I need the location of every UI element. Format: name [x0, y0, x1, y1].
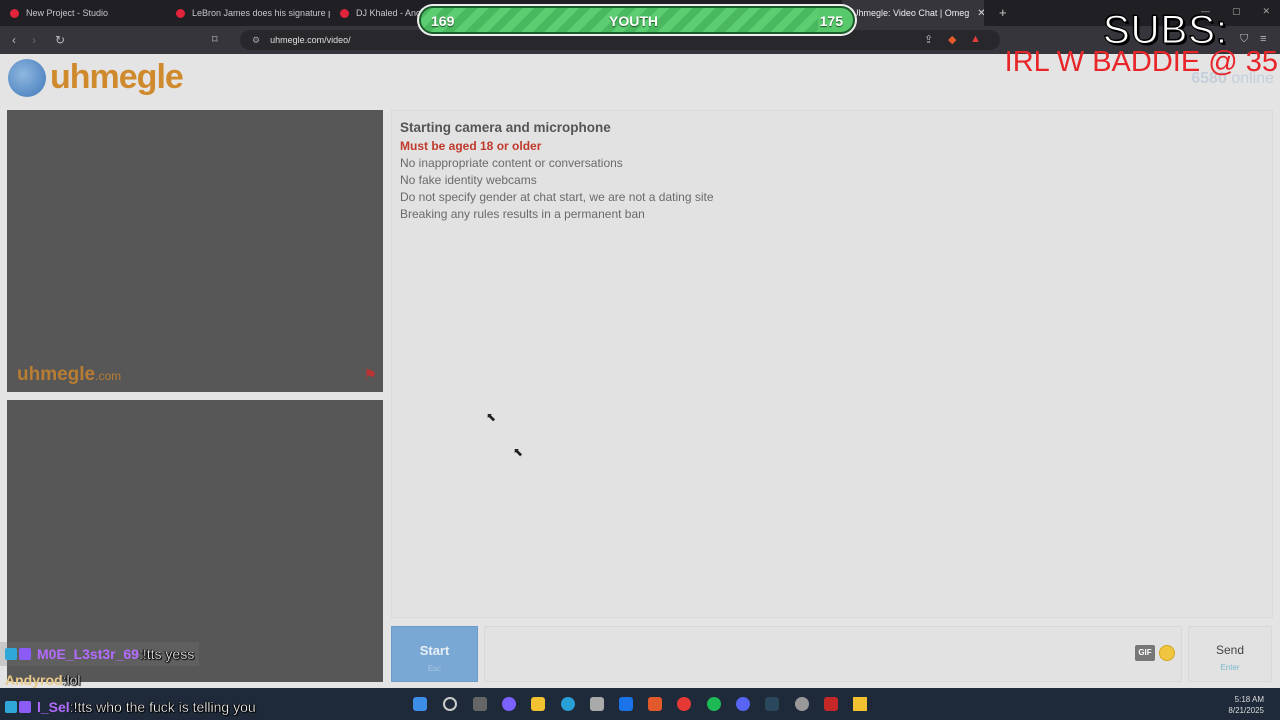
file-explorer-icon[interactable]: [531, 697, 545, 711]
bits-badge-icon: [19, 701, 31, 713]
sub-badge-icon: [5, 648, 17, 660]
rule-item: No fake identity webcams: [400, 173, 537, 187]
progress-left-value: 169: [431, 13, 455, 29]
tab-uhmegle[interactable]: Uhmegle: Video Chat | Omeg ✕: [842, 0, 984, 26]
send-button[interactable]: Send Enter: [1188, 626, 1272, 682]
edge-icon[interactable]: [561, 697, 575, 711]
steam-icon[interactable]: [765, 697, 779, 711]
maximize-icon[interactable]: ▢: [1232, 6, 1241, 17]
rule-item: Breaking any rules results in a permanen…: [400, 207, 645, 221]
bits-badge-icon: [19, 648, 31, 660]
task-view-icon[interactable]: [473, 697, 487, 711]
video-watermark: uhmegle.com: [17, 364, 121, 386]
chat-message: !tts yess: [142, 646, 195, 662]
self-video: [7, 400, 383, 682]
subgoal-progress-bar: 169 YOUTH 175: [419, 6, 855, 34]
copilot-icon[interactable]: [502, 697, 516, 711]
menu-icon[interactable]: ≡: [1260, 33, 1266, 45]
uhmegle-logo[interactable]: uhmegle: [8, 58, 184, 97]
stream-chat-line: Andyrod : lol: [0, 668, 85, 692]
chat-username: M0E_L3st3r_69: [37, 646, 139, 662]
screen: New Project - Studio LeBron James does h…: [0, 0, 1280, 720]
tab-label: Uhmegle: Video Chat | Omeg: [852, 8, 970, 18]
brave-icon: [10, 8, 19, 18]
windows-start-icon[interactable]: [413, 697, 427, 711]
youtube-icon: [176, 8, 185, 18]
back-icon[interactable]: ‹: [4, 33, 24, 47]
progress-label: YOUTH: [609, 13, 658, 29]
system-clock[interactable]: 5:18 AM 8/21/2025: [1228, 694, 1264, 716]
outlook-icon[interactable]: [619, 697, 633, 711]
sub-badge-icon: [5, 701, 17, 713]
chat-username: l_Sel: [37, 699, 70, 715]
watermark-tld: .com: [95, 369, 122, 383]
new-tab-icon[interactable]: +: [999, 5, 1007, 20]
spotify-icon[interactable]: [707, 697, 721, 711]
logo-text: uhmegle: [50, 58, 184, 96]
progress-right-value: 175: [819, 13, 843, 29]
uhmegle-page: uhmegle 6580 online uhmegle.com ⚑ Starti…: [0, 54, 1280, 688]
stream-chat-line: M0E_L3st3r_69 : !tts yess: [0, 642, 200, 666]
chat-message: !tts who the fuck is telling you: [73, 699, 256, 715]
status-heading: Starting camera and microphone: [400, 120, 611, 135]
rule-item: No inappropriate content or conversation…: [400, 156, 623, 170]
send-label: Send: [1215, 643, 1245, 657]
age-rule: Must be aged 18 or older: [400, 139, 542, 153]
tab-label: DJ Khaled - Anoth: [356, 8, 429, 18]
send-shortcut: Enter: [1220, 663, 1240, 672]
start-shortcut: Esc: [427, 664, 442, 673]
store-icon[interactable]: [590, 697, 604, 711]
share-icon[interactable]: ⇪: [924, 33, 933, 46]
url-text: uhmegle.com/video/: [270, 35, 351, 45]
goal-overlay-text: IRL W BADDIE @ 35: [1004, 46, 1278, 78]
warning-icon[interactable]: [853, 697, 867, 711]
tab-lebron[interactable]: LeBron James does his signature pre-: [166, 0, 330, 26]
mouse-cursor-icon: ⬉: [486, 410, 497, 424]
search-icon[interactable]: [443, 697, 457, 711]
tab-label: New Project - Studio: [26, 8, 109, 18]
start-label: Start: [419, 643, 450, 658]
watermark-text: uhmegle: [17, 364, 96, 385]
bookmark-icon[interactable]: ⌑: [212, 33, 218, 46]
discord-icon[interactable]: [736, 697, 750, 711]
brave-shields-icon[interactable]: ◆: [948, 33, 956, 46]
tab-label: LeBron James does his signature pre-: [192, 8, 330, 18]
chat-username: Andyrod: [5, 672, 63, 688]
message-input[interactable]: GIF: [484, 626, 1182, 682]
start-button[interactable]: Start Esc: [391, 626, 478, 682]
brave-icon[interactable]: [648, 697, 662, 711]
stream-chat-line: l_Sel : !tts who the fuck is telling you: [0, 695, 261, 719]
chat-message: lol: [66, 672, 81, 688]
mcafee-icon[interactable]: [824, 697, 838, 711]
rule-item: Do not specify gender at chat start, we …: [400, 190, 714, 204]
globe-icon: [8, 58, 46, 97]
youtube-icon: [340, 8, 349, 18]
reload-icon[interactable]: ↻: [50, 33, 70, 47]
close-window-icon[interactable]: ✕: [1262, 6, 1270, 17]
vpn-icon[interactable]: ⛉: [1240, 33, 1248, 46]
clock-time: 5:18 AM: [1234, 695, 1264, 704]
obs-icon[interactable]: [795, 697, 809, 711]
site-info-icon[interactable]: ⚙: [252, 35, 260, 46]
forward-icon[interactable]: ›: [24, 33, 44, 47]
chrome-icon[interactable]: [677, 697, 691, 711]
tab-new-project[interactable]: New Project - Studio: [0, 0, 166, 26]
emoji-icon[interactable]: [1159, 645, 1175, 661]
stranger-video: uhmegle.com ⚑: [7, 110, 383, 392]
gif-button[interactable]: GIF: [1135, 645, 1155, 661]
close-tab-icon[interactable]: ✕: [977, 8, 984, 19]
brave-rewards-icon[interactable]: ▲: [970, 33, 981, 45]
clock-date: 8/21/2025: [1228, 706, 1264, 715]
chat-log: Starting camera and microphone Must be a…: [391, 110, 1273, 618]
report-flag-icon[interactable]: ⚑: [364, 366, 377, 384]
mouse-cursor-icon: ⬉: [513, 445, 524, 459]
